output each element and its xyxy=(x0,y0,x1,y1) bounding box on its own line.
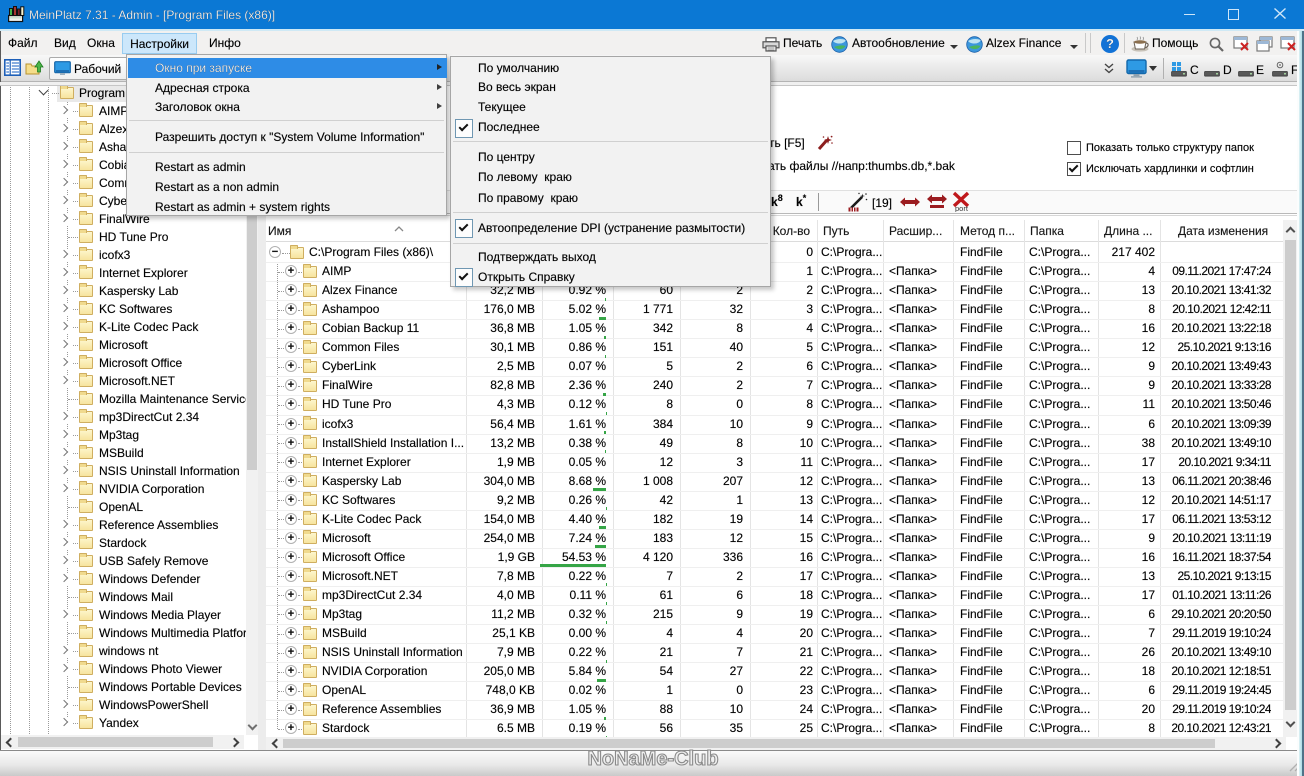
svg-text:port: port xyxy=(955,204,969,212)
